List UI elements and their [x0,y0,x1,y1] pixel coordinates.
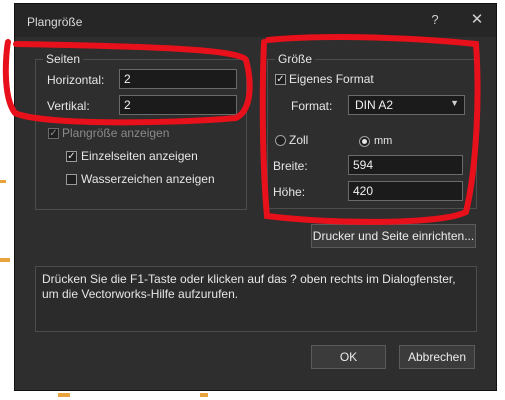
pages-checkbox[interactable]: ✓ [66,151,77,162]
unit-mm-label: mm [374,135,393,147]
vertikal-label: Vertikal: [47,99,90,113]
background-accent [200,393,208,397]
chevron-down-icon: ▼ [450,98,459,108]
help-hint: Drücken Sie die F1-Taste oder klicken au… [35,266,477,332]
title-bar[interactable]: Plangröße ? ✕ [15,4,496,37]
vertikal-input[interactable] [119,95,237,115]
unit-zoll-label: Zoll [289,133,309,147]
close-icon[interactable]: ✕ [466,10,488,30]
background-accent [58,393,70,397]
custom-format-label: Eigenes Format [289,72,374,86]
unit-mm-radio[interactable] [359,136,370,147]
format-value: DIN A2 [355,98,394,112]
show-size-label: Plangröße anzeigen [62,126,170,140]
pages-label: Einzelseiten anzeigen [81,149,198,163]
horizontal-label: Horizontal: [47,73,105,87]
screen: Plangröße ? ✕ Seiten Horizontal: Vertika… [0,0,505,400]
unit-zoll-radio[interactable] [275,135,286,146]
groesse-legend: Größe [275,52,316,66]
seiten-legend: Seiten [43,52,84,66]
cancel-button[interactable]: Abbrechen [399,345,475,369]
window-title: Plangröße [27,15,83,29]
background-accent [0,258,10,262]
hoehe-label: Höhe: [273,185,306,199]
watermark-label: Wasserzeichen anzeigen [81,172,215,186]
question-icon[interactable]: ? [424,10,446,30]
breite-label: Breite: [273,159,308,173]
ok-button[interactable]: OK [311,345,386,369]
printer-setup-button[interactable]: Drucker und Seite einrichten... [311,224,476,248]
breite-input[interactable] [348,155,463,175]
background-accent [0,180,6,183]
hoehe-input[interactable] [348,181,463,201]
watermark-checkbox[interactable] [66,174,77,185]
horizontal-input[interactable] [119,69,237,89]
format-select[interactable]: DIN A2 ▼ [348,95,465,115]
custom-format-checkbox[interactable]: ✓ [275,74,286,85]
format-label: Format: [291,99,333,113]
show-size-checkbox[interactable]: ✓ [48,128,59,139]
plangroesse-dialog: Plangröße ? ✕ Seiten Horizontal: Vertika… [14,3,497,391]
